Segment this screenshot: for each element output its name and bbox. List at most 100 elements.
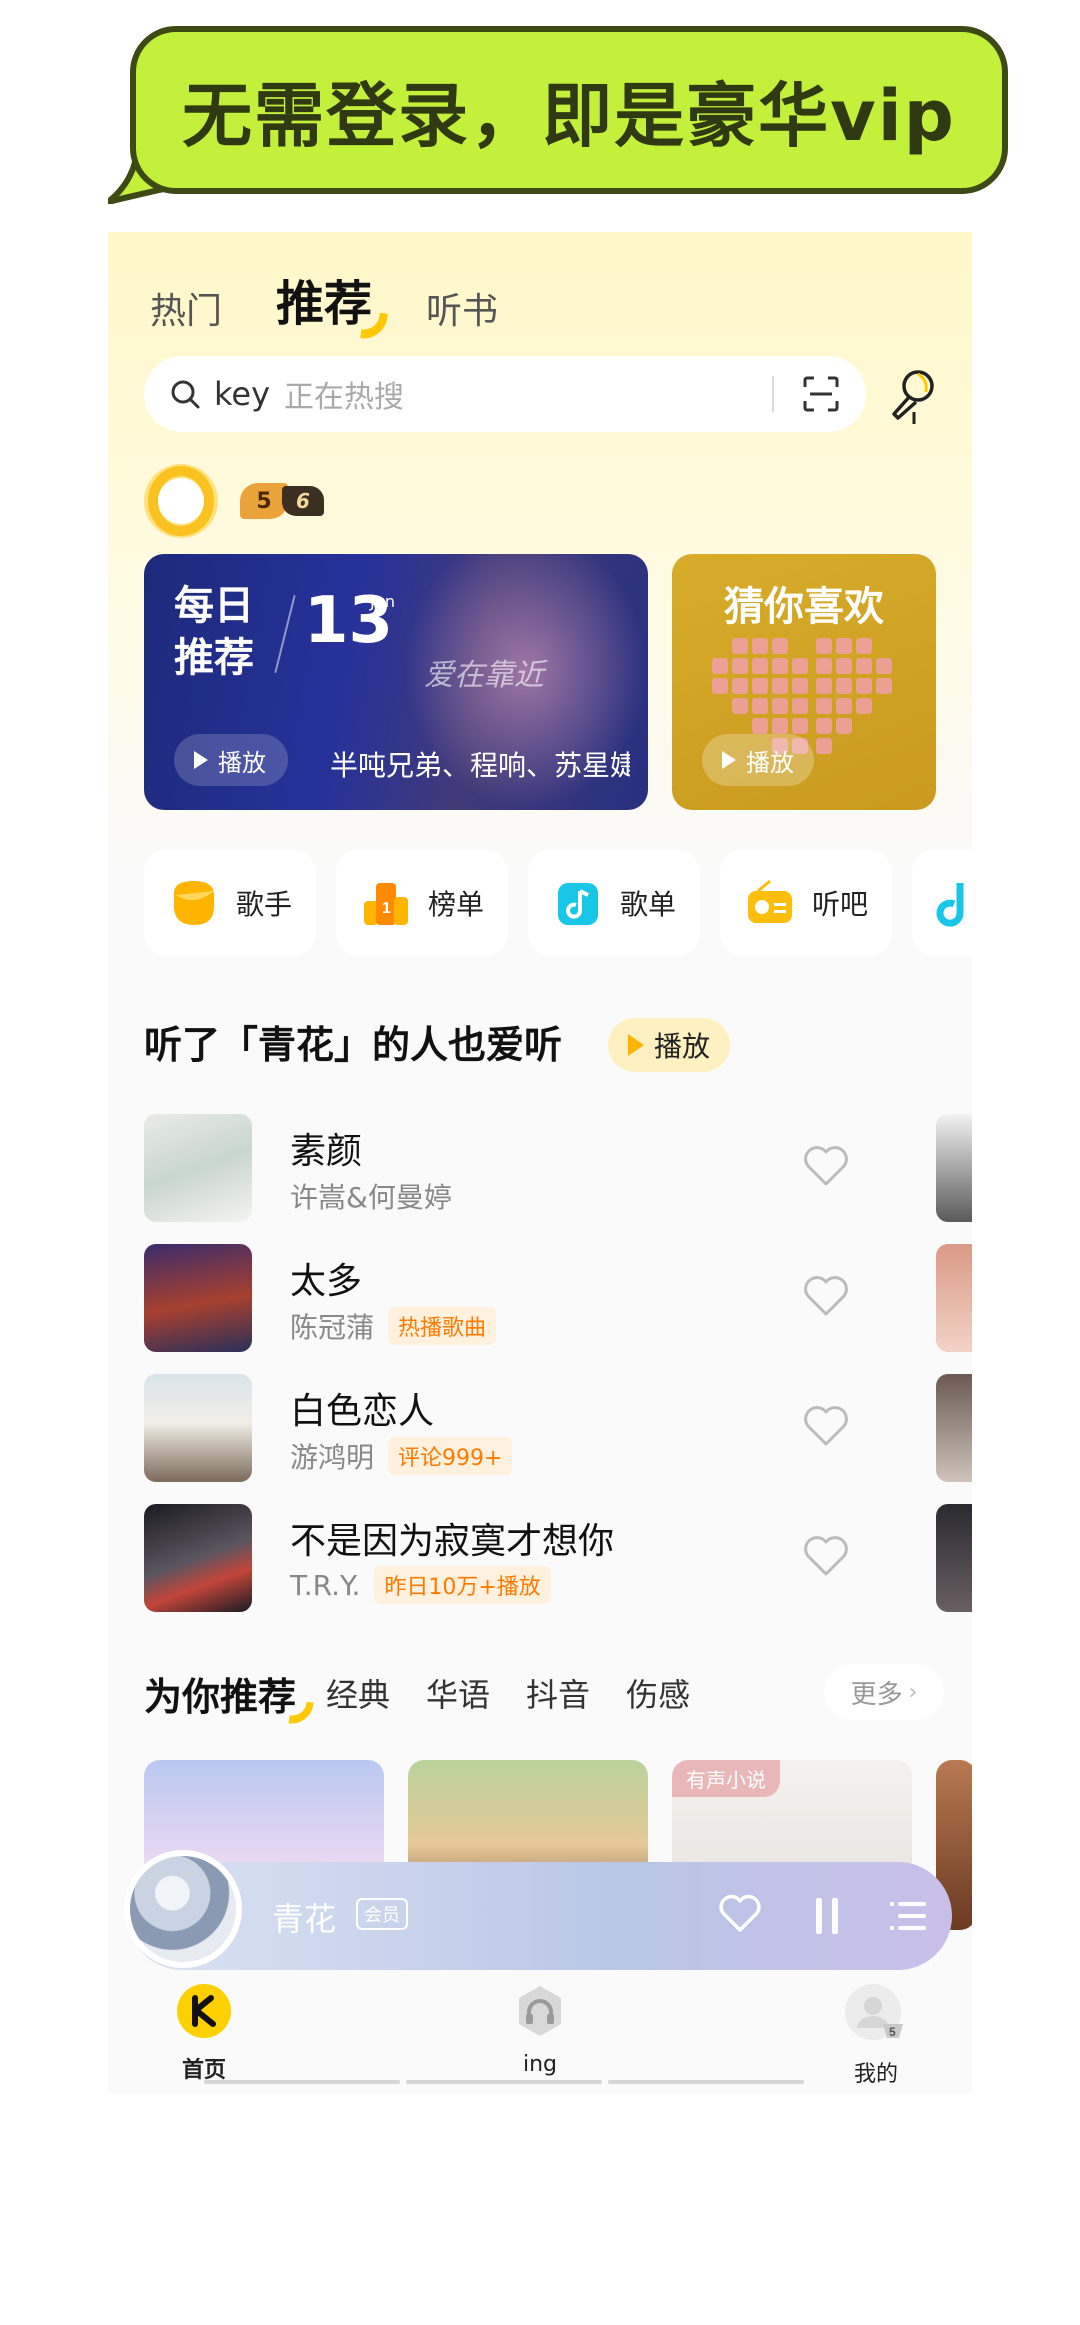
recommend-tab[interactable]: 经典 — [326, 1670, 390, 1716]
music-note-icon — [936, 883, 964, 927]
active-tab-indicator — [360, 310, 388, 342]
chart-icon: 1 — [363, 883, 408, 925]
mini-player[interactable]: 青花 会员 — [124, 1850, 952, 1970]
daily-month: Jun — [370, 592, 395, 611]
recommend-tab[interactable]: 伤感 — [626, 1670, 690, 1716]
similar-play-label: 播放 — [654, 1030, 711, 1063]
song-artist: T.R.Y. — [290, 1568, 361, 1602]
song-row[interactable]: 太多 陈冠蒲 热播歌曲 — [144, 1238, 972, 1368]
nav-ing-label: ing — [522, 2052, 558, 2077]
search-hint: 正在热搜 — [284, 380, 405, 415]
player-album-disc[interactable] — [124, 1850, 242, 1968]
nav-mine[interactable]: 5 我的 — [786, 1982, 966, 2088]
search-keyword: key — [214, 375, 271, 413]
tab-recommend[interactable]: 推荐 — [276, 264, 388, 342]
daily-divider — [274, 594, 296, 674]
quick-entry-more[interactable] — [912, 850, 972, 956]
daily-play-label: 播放 — [218, 748, 266, 777]
level-badge[interactable]: 5 6 — [240, 483, 324, 519]
similar-play-button[interactable]: 播放 — [608, 1018, 731, 1072]
nav-home[interactable]: 首页 — [114, 1982, 294, 2084]
nav-mine-label: 我的 — [853, 2062, 898, 2087]
quick-entry-chart[interactable]: 1 榜单 — [336, 850, 508, 956]
singer-icon — [173, 881, 214, 925]
daily-recommend-card[interactable]: 每日推荐 13 Jun 爱在靠近 播放 半吨兄弟、程响、苏星婕 — [144, 554, 648, 810]
next-album-cover[interactable] — [936, 1504, 972, 1612]
user-avatar[interactable] — [144, 464, 218, 538]
song-tag: 热播歌曲 — [388, 1307, 497, 1345]
daily-artists: 半吨兄弟、程响、苏星婕 — [330, 749, 630, 782]
top-tabs: 热门 推荐 听书 — [150, 264, 498, 342]
player-song-title: 青花 — [272, 1900, 337, 1938]
guess-title: 猜你喜欢 — [724, 584, 884, 630]
banner-text: 无需登录，即是豪华vip — [182, 74, 956, 157]
daily-cover-text: 爱在靠近 — [424, 658, 544, 693]
player-album-art — [130, 1856, 236, 1962]
quick-entry-radio[interactable]: 听吧 — [720, 850, 892, 956]
level-b: 6 — [282, 486, 324, 516]
radio-icon — [747, 879, 792, 923]
recommend-tab[interactable]: 华语 — [426, 1670, 490, 1716]
nav-ing[interactable]: ing — [450, 1982, 630, 2077]
more-button[interactable]: 更多 › — [824, 1664, 944, 1720]
guess-you-like-card[interactable]: 猜你喜欢 播放 — [672, 554, 936, 810]
microphone-icon[interactable] — [888, 368, 940, 426]
daily-title: 每日推荐 — [174, 583, 254, 681]
playlist-icon — [557, 883, 598, 925]
nav-indicator-bar — [204, 2080, 400, 2084]
song-title: 白色恋人 — [290, 1391, 435, 1432]
song-tag: 昨日10万+播放 — [374, 1566, 551, 1604]
search-icon — [171, 380, 200, 409]
similar-section-title: 听了「青花」的人也爱听 — [144, 1023, 563, 1067]
scan-icon[interactable] — [802, 375, 840, 413]
nav-indicator-bar — [608, 2080, 804, 2084]
album-cover — [144, 1374, 252, 1482]
song-row[interactable]: 素颜 许嵩&何曼婷 — [144, 1108, 972, 1238]
daily-play-button[interactable]: 播放 — [174, 734, 288, 786]
song-title: 太多 — [290, 1261, 363, 1302]
song-subtitle: 游鸿明 评论999+ — [290, 1436, 513, 1476]
svg-text:1: 1 — [382, 900, 391, 917]
tab-audiobook[interactable]: 听书 — [426, 282, 498, 334]
quick-entry-label: 歌手 — [235, 888, 292, 921]
song-artist: 游鸿明 — [290, 1441, 375, 1474]
song-subtitle: 陈冠蒲 热播歌曲 — [290, 1306, 497, 1346]
song-list: 素颜 许嵩&何曼婷 太多 陈冠蒲 热播歌曲 白色恋人 游鸿明 评论999+ 不是… — [144, 1108, 972, 1628]
quick-entry-singer[interactable]: 歌手 — [144, 850, 316, 956]
quick-entry-playlist[interactable]: 歌单 — [528, 850, 700, 956]
lion-face — [158, 478, 204, 524]
heart-icon[interactable] — [802, 1404, 850, 1448]
recommend-header: 为你推荐 经典 华语 抖音 伤感 更多 › — [144, 1658, 972, 1728]
song-row[interactable]: 白色恋人 游鸿明 评论999+ — [144, 1368, 972, 1498]
heart-icon[interactable] — [718, 1894, 762, 1934]
level-a: 5 — [240, 483, 288, 519]
album-cover — [144, 1244, 252, 1352]
song-subtitle: 许嵩&何曼婷 — [290, 1176, 452, 1216]
next-album-cover[interactable] — [936, 1244, 972, 1352]
heart-icon[interactable] — [802, 1534, 850, 1578]
recommend-tab[interactable]: 抖音 — [526, 1670, 590, 1716]
vip-badge: 会员 — [356, 1898, 408, 1930]
guess-play-button[interactable]: 播放 — [702, 734, 814, 786]
profile-avatar-icon: 5 — [845, 1984, 903, 2040]
song-artist: 许嵩&何曼婷 — [290, 1181, 452, 1214]
next-album-cover[interactable] — [936, 1374, 972, 1482]
home-logo-icon — [177, 1984, 231, 2038]
playlist-queue-icon[interactable] — [888, 1896, 928, 1936]
play-icon — [194, 751, 208, 769]
app-screen: 热门 推荐 听书 key 正在热搜 5 6 每日推荐 13 Jun 爱在靠近 播… — [108, 232, 972, 2094]
song-title: 素颜 — [290, 1131, 363, 1172]
promo-banner: 无需登录，即是豪华vip — [108, 26, 1008, 204]
song-tag: 评论999+ — [388, 1437, 513, 1475]
next-album-cover[interactable] — [936, 1114, 972, 1222]
pause-icon[interactable] — [814, 1896, 840, 1936]
heart-icon[interactable] — [802, 1274, 850, 1318]
search-bar[interactable]: key 正在热搜 — [144, 356, 866, 432]
user-row: 5 6 — [144, 464, 324, 538]
tab-hot[interactable]: 热门 — [150, 282, 222, 334]
chevron-right-icon: › — [908, 1679, 918, 1705]
quick-entry-label: 听吧 — [811, 888, 868, 921]
song-row[interactable]: 不是因为寂寞才想你 T.R.Y. 昨日10万+播放 — [144, 1498, 972, 1628]
play-icon — [722, 751, 736, 769]
heart-icon[interactable] — [802, 1144, 850, 1188]
